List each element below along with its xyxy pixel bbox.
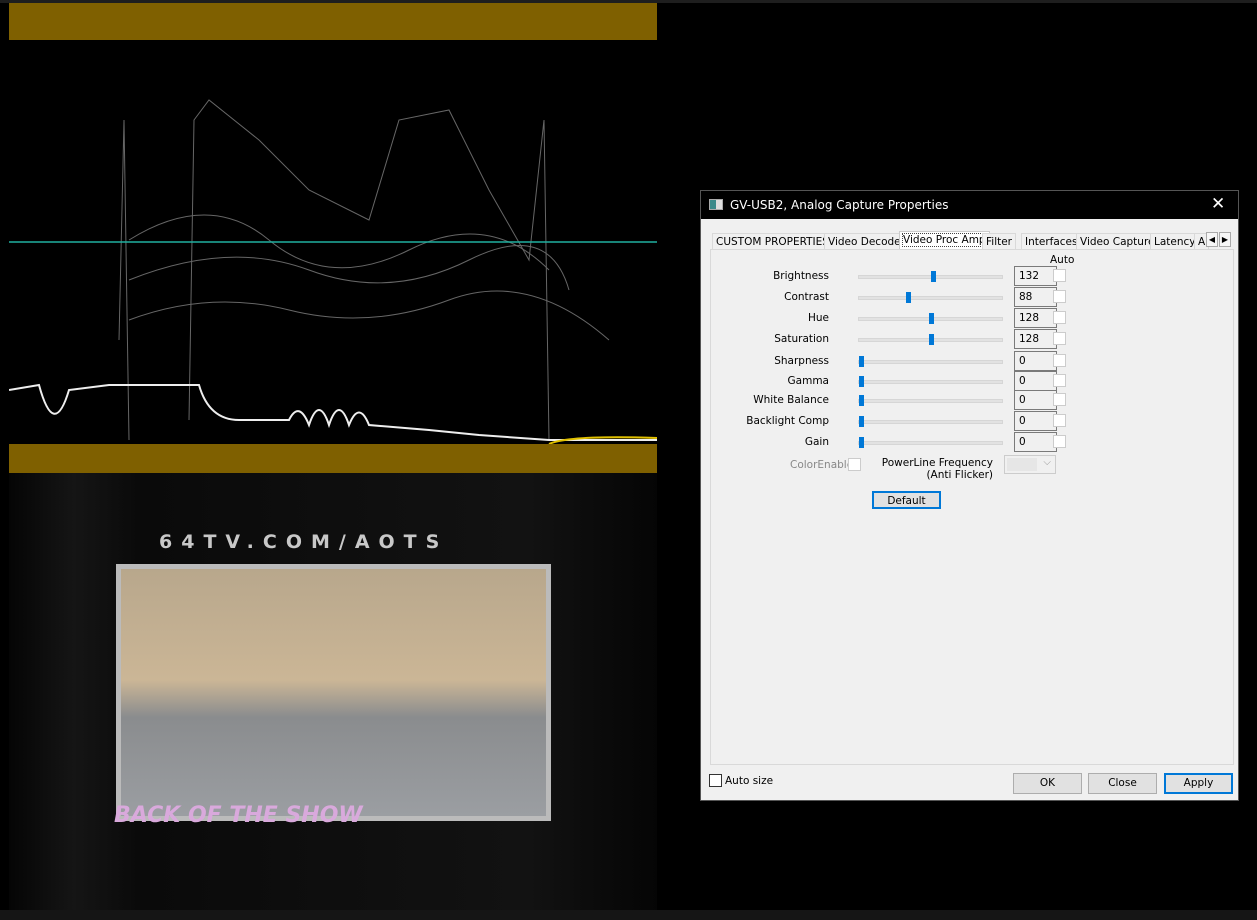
sharpness-slider-thumb[interactable] [859, 356, 864, 367]
gamma-value[interactable]: 0 [1014, 371, 1057, 391]
auto-header: Auto [1050, 254, 1075, 266]
backlight-comp-auto-checkbox[interactable] [1053, 414, 1066, 427]
gamma-slider[interactable] [858, 376, 1003, 387]
waveform-bottom-band [9, 444, 657, 473]
video-overlay-text: 64TV.COM/AOTS [159, 531, 449, 553]
tab-scroll-right-icon[interactable]: ▶ [1219, 232, 1231, 247]
backlight-comp-slider[interactable] [858, 416, 1003, 427]
close-button[interactable]: Close [1088, 773, 1157, 794]
hue-slider[interactable] [858, 313, 1003, 324]
hue-value[interactable]: 128 [1014, 308, 1057, 328]
contrast-slider-thumb[interactable] [906, 292, 912, 303]
brightness-auto-checkbox[interactable] [1053, 269, 1066, 282]
properties-dialog: GV-USB2, Analog Capture Properties ✕ CUS… [700, 190, 1239, 801]
hue-auto-checkbox[interactable] [1053, 311, 1066, 324]
tab-custom-properties[interactable]: CUSTOM PROPERTIES [712, 233, 833, 250]
saturation-value[interactable]: 128 [1014, 329, 1057, 349]
proc-amp-panel: Auto Brightness 132 Contrast 88 Hue 128 … [710, 249, 1234, 765]
white-balance-label: White Balance [753, 394, 829, 406]
backlight-comp-value[interactable]: 0 [1014, 411, 1057, 431]
apply-button[interactable]: Apply [1164, 773, 1233, 794]
close-icon[interactable]: ✕ [1211, 194, 1225, 214]
auto-size-checkbox[interactable] [709, 774, 722, 787]
gamma-label: Gamma [787, 375, 829, 387]
waveform-trace [8, 99, 658, 445]
backlight-comp-label: Backlight Comp [746, 415, 829, 427]
tab-video-capture[interactable]: Video Capture [1076, 233, 1159, 250]
contrast-label: Contrast [784, 291, 829, 303]
video-picture [116, 564, 551, 821]
hue-label: Hue [807, 312, 829, 324]
saturation-slider-thumb[interactable] [928, 334, 934, 345]
app-icon [709, 199, 723, 210]
dialog-title: GV-USB2, Analog Capture Properties [730, 198, 949, 212]
saturation-auto-checkbox[interactable] [1053, 332, 1066, 345]
tab-interfaces[interactable]: Interfaces [1021, 233, 1082, 250]
video-preview: 64TV.COM/AOTS BACK OF THE SHOW [9, 473, 657, 910]
backlight-comp-slider-thumb[interactable] [859, 416, 864, 427]
contrast-value[interactable]: 88 [1014, 287, 1057, 307]
tab-filter[interactable]: Filter [982, 233, 1017, 250]
waveform-top-band [9, 3, 657, 40]
brightness-value[interactable]: 132 [1014, 266, 1057, 286]
tab-video-proc-amp[interactable]: Video Proc Amp [899, 231, 990, 250]
gamma-slider-thumb[interactable] [859, 376, 864, 387]
white-balance-auto-checkbox[interactable] [1053, 393, 1066, 406]
powerline-label: PowerLine Frequency (Anti Flicker) [881, 457, 993, 481]
title-bar[interactable]: GV-USB2, Analog Capture Properties ✕ [701, 191, 1238, 219]
powerline-dropdown[interactable]: ⌵ [1004, 455, 1056, 474]
contrast-auto-checkbox[interactable] [1053, 290, 1066, 303]
sharpness-value[interactable]: 0 [1014, 351, 1057, 371]
sharpness-auto-checkbox[interactable] [1053, 354, 1066, 367]
gain-slider-thumb[interactable] [859, 437, 864, 448]
auto-size-label: Auto size [725, 775, 774, 787]
tab-latency[interactable]: Latency [1150, 233, 1200, 250]
gain-auto-checkbox[interactable] [1053, 435, 1066, 448]
show-logo: BACK OF THE SHOW [114, 803, 363, 828]
hue-slider-thumb[interactable] [928, 313, 934, 324]
gain-slider[interactable] [858, 437, 1003, 448]
saturation-slider[interactable] [858, 334, 1003, 345]
sharpness-label: Sharpness [774, 355, 829, 367]
tab-scroll-left-icon[interactable]: ◀ [1206, 232, 1218, 247]
gain-label: Gain [804, 436, 829, 448]
contrast-slider[interactable] [858, 292, 1003, 303]
color-enable-checkbox[interactable] [848, 458, 861, 471]
brightness-slider-thumb[interactable] [931, 271, 937, 282]
brightness-label: Brightness [773, 270, 829, 282]
sharpness-slider[interactable] [858, 356, 1003, 367]
ok-button[interactable]: OK [1013, 773, 1082, 794]
white-balance-value[interactable]: 0 [1014, 390, 1057, 410]
waveform-monitor [8, 40, 658, 445]
gamma-auto-checkbox[interactable] [1053, 374, 1066, 387]
white-balance-slider[interactable] [858, 395, 1003, 406]
chevron-down-icon: ⌵ [1043, 457, 1051, 468]
default-button[interactable]: Default [872, 491, 941, 509]
gain-value[interactable]: 0 [1014, 432, 1057, 452]
brightness-slider[interactable] [858, 271, 1003, 282]
saturation-label: Saturation [774, 333, 829, 345]
tab-video-decoder[interactable]: Video Decoder [824, 233, 909, 250]
bottom-border [0, 910, 1257, 920]
color-enable-label: ColorEnable [790, 459, 854, 471]
white-balance-slider-thumb[interactable] [859, 395, 864, 406]
